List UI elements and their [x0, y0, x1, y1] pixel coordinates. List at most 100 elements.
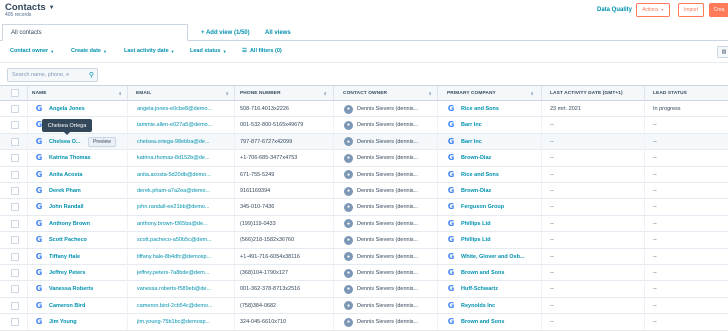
row-checkbox[interactable] [11, 121, 19, 130]
row-checkbox[interactable] [11, 236, 19, 245]
column-header-owner[interactable]: CONTACT OWNER ⇕ [343, 86, 437, 101]
email-link[interactable]: anita.acosta-5d20db@demo... [137, 167, 233, 183]
column-divider [541, 86, 542, 101]
column-header-name[interactable]: NAME ⇕ [32, 86, 127, 101]
email-link[interactable]: chelsea.ortega-98ebba@de... [137, 134, 233, 150]
contact-name-link[interactable]: Tiffany Hale [49, 249, 125, 265]
contact-name-link[interactable]: Derek Pham [49, 183, 125, 199]
email-link[interactable]: vanessa.roberts-f589eb@de... [137, 281, 233, 297]
select-all-checkbox[interactable] [11, 89, 19, 97]
company-link[interactable]: Rice and Sons [461, 101, 539, 117]
contact-name-link[interactable]: John Randall [49, 199, 125, 215]
contact-name-link[interactable]: Jim Young [49, 314, 125, 330]
email-link[interactable]: scott.pacheco-a50b5c@dem... [137, 232, 233, 248]
search-icon[interactable]: ⚲ [89, 71, 94, 79]
email-link[interactable]: katrina.thomas-8d152b@de... [137, 150, 233, 166]
table-row[interactable]: G Jeffrey Peters jeffrey.peters-7a8bde@dem… [0, 265, 728, 282]
column-divider [127, 215, 128, 232]
row-checkbox[interactable] [11, 301, 19, 310]
email-link[interactable]: tammie.allen-e027a5@demo... [137, 117, 233, 133]
sort-icon[interactable]: ⇕ [531, 91, 534, 96]
company-link[interactable]: Brown-Diaz [461, 150, 539, 166]
email-link[interactable]: john.randall-ee21bb@demo... [137, 199, 233, 215]
filter-create-date[interactable]: Create date ▼ [71, 48, 107, 54]
row-checkbox[interactable] [11, 203, 19, 212]
company-link[interactable]: Rice and Sons [461, 167, 539, 183]
preview-button[interactable]: Preview [88, 136, 116, 147]
data-quality-link[interactable]: Data Quality [597, 7, 632, 13]
table-row[interactable]: G Cameron Bird cameron.bird-2cb54c@demo...… [0, 297, 728, 315]
sort-icon[interactable]: ⇕ [226, 91, 229, 96]
tab-all-contacts[interactable]: All contacts [2, 24, 188, 41]
column-header-last-activity[interactable]: LAST ACTIVITY DATE (GMT+1) [550, 86, 642, 101]
column-header-phone[interactable]: PHONE NUMBER ⇕ [240, 86, 332, 101]
contact-name-link[interactable]: Katrina Thomas [49, 150, 125, 166]
table-row[interactable]: G Anthony Brown anthony.brown-f365ba@de...… [0, 215, 728, 233]
all-filters-button[interactable]: ☰ All filters (0) [242, 48, 282, 54]
contact-name-link[interactable]: Chelsea O... [49, 134, 87, 150]
email-link[interactable]: derek.pham-a7a2ea@demo... [137, 183, 233, 199]
table-row[interactable]: G Tiffany Hale tiffany.hale-8b4dfc@demosp.… [0, 248, 728, 265]
table-row[interactable]: G Scott Pacheco scott.pacheco-a50b5c@dem..… [0, 232, 728, 249]
table-row[interactable]: G John Randall john.randall-ee21bb@demo...… [0, 199, 728, 216]
company-link[interactable]: Phillips Ltd [461, 216, 539, 232]
table-row[interactable]: G Vanessa Roberts vanessa.roberts-f589eb@d… [0, 281, 728, 298]
row-checkbox[interactable] [11, 318, 19, 327]
email-link[interactable]: jeffrey.peters-7a8bde@dem... [137, 265, 233, 281]
company-link[interactable]: Brown-Diaz [461, 183, 539, 199]
company-link[interactable]: Barr Inc [461, 117, 539, 133]
row-checkbox[interactable] [11, 137, 19, 146]
company-link[interactable]: Brown and Sons [461, 265, 539, 281]
column-header-email[interactable]: EMAIL ⇕ [136, 86, 234, 101]
company-link[interactable]: Brown and Sons [461, 314, 539, 330]
contact-name-link[interactable]: Angela Jones [49, 101, 125, 117]
contact-name-link[interactable]: Cameron Bird [49, 298, 125, 314]
company-link[interactable]: Ferguson Group [461, 199, 539, 215]
contact-name-link[interactable]: Anita Acosta [49, 167, 125, 183]
contact-name-link[interactable]: Scott Pacheco [49, 232, 125, 248]
sort-icon[interactable]: ⇕ [119, 91, 122, 96]
sort-icon[interactable]: ⇕ [324, 91, 327, 96]
all-views-link[interactable]: All views [265, 24, 291, 41]
board-view-icon[interactable]: ▥ [717, 46, 728, 58]
row-checkbox[interactable] [11, 170, 19, 179]
row-checkbox[interactable] [11, 285, 19, 294]
email-link[interactable]: cameron.bird-2cb54c@demo... [137, 298, 233, 314]
table-row[interactable]: Gtammie.allen-e027a5@demo... 001-532-800-… [0, 117, 728, 134]
row-checkbox[interactable] [11, 269, 19, 277]
company-link[interactable]: White, Glover and Osb... [461, 249, 539, 265]
email-link[interactable]: jim.young-75b1bc@demosp... [137, 314, 233, 330]
search-input[interactable]: Search name, phone, e ⚲ [7, 68, 98, 82]
company-link[interactable]: Barr Inc [461, 134, 539, 150]
table-row[interactable]: G Anita Acosta anita.acosta-5d20db@demo...… [0, 166, 728, 183]
table-row[interactable]: G Angela Jones angela.jones-e0cbe8@demo...… [0, 101, 728, 118]
company-link[interactable]: Reynolds Inc [461, 298, 539, 314]
company-link[interactable]: Phillips Ltd [461, 232, 539, 248]
filter-contact-owner[interactable]: Contact owner ▼ [10, 48, 54, 54]
table-row[interactable]: G Chelsea O... Preview chelsea.ortega-98ebb… [0, 133, 728, 151]
row-checkbox[interactable] [11, 252, 19, 261]
filter-last-activity[interactable]: Last activity date ▼ [124, 48, 175, 54]
sort-icon[interactable]: ⇕ [429, 91, 432, 96]
row-checkbox[interactable] [11, 154, 19, 163]
company-link[interactable]: Huff-Schwartz [461, 281, 539, 297]
column-header-company[interactable]: PRIMARY COMPANY ⇕ [447, 86, 539, 101]
actions-button[interactable]: Actions ▼ [636, 3, 670, 17]
contact-name-link[interactable]: Jeffrey Peters [49, 265, 125, 281]
row-checkbox[interactable] [11, 105, 19, 113]
table-row[interactable]: G Katrina Thomas katrina.thomas-8d152b@de.… [0, 150, 728, 167]
row-checkbox[interactable] [11, 219, 19, 228]
create-contact-button[interactable]: Crea [709, 3, 728, 17]
email-link[interactable]: angela.jones-e0cbe8@demo... [137, 101, 233, 117]
add-view-button[interactable]: + Add view (1/50) [201, 24, 250, 41]
column-header-lead-status[interactable]: LEAD STATUS [653, 86, 728, 101]
email-link[interactable]: anthony.brown-f365ba@de... [137, 216, 233, 232]
row-checkbox[interactable] [11, 187, 19, 195]
table-row[interactable]: G Jim Young jim.young-75b1bc@demosp... 324-… [0, 314, 728, 331]
email-link[interactable]: tiffany.hale-8b4dfc@demosp... [137, 249, 233, 265]
import-button[interactable]: Import [678, 3, 704, 17]
filter-lead-status[interactable]: Lead status ▼ [190, 48, 227, 54]
contact-name-link[interactable]: Anthony Brown [49, 216, 125, 232]
table-row[interactable]: G Derek Pham derek.pham-a7a2ea@demo... 9161… [0, 183, 728, 200]
contact-name-link[interactable]: Vanessa Roberts [49, 281, 125, 297]
